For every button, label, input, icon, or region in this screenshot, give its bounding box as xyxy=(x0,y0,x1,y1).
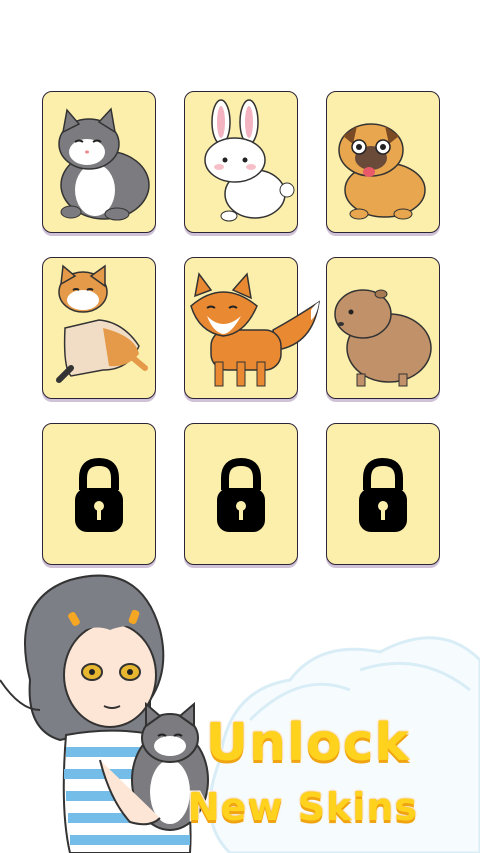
skin-card-rabbit[interactable] xyxy=(184,91,298,233)
promo-title-line1: Unlock xyxy=(204,712,410,775)
skin-card-cat[interactable] xyxy=(42,91,156,233)
skin-card-shiba[interactable] xyxy=(42,257,156,399)
fox-icon xyxy=(190,272,320,387)
skin-card-capybara[interactable] xyxy=(326,257,440,399)
shiba-icon xyxy=(56,264,148,383)
skin-card-fox[interactable] xyxy=(184,257,320,399)
lock-icon xyxy=(217,457,265,532)
lock-icon xyxy=(75,457,123,532)
capybara-icon xyxy=(334,289,432,387)
rabbit-icon xyxy=(204,99,295,222)
skin-card-locked[interactable] xyxy=(326,423,440,565)
skin-card-locked[interactable] xyxy=(184,423,298,565)
cat-icon xyxy=(58,107,150,221)
skin-card-locked[interactable] xyxy=(42,423,156,565)
skin-card-pug[interactable] xyxy=(326,91,440,233)
pug-icon xyxy=(338,123,426,220)
lock-icon xyxy=(359,457,407,532)
promo-title-line2: New Skins xyxy=(186,784,418,831)
